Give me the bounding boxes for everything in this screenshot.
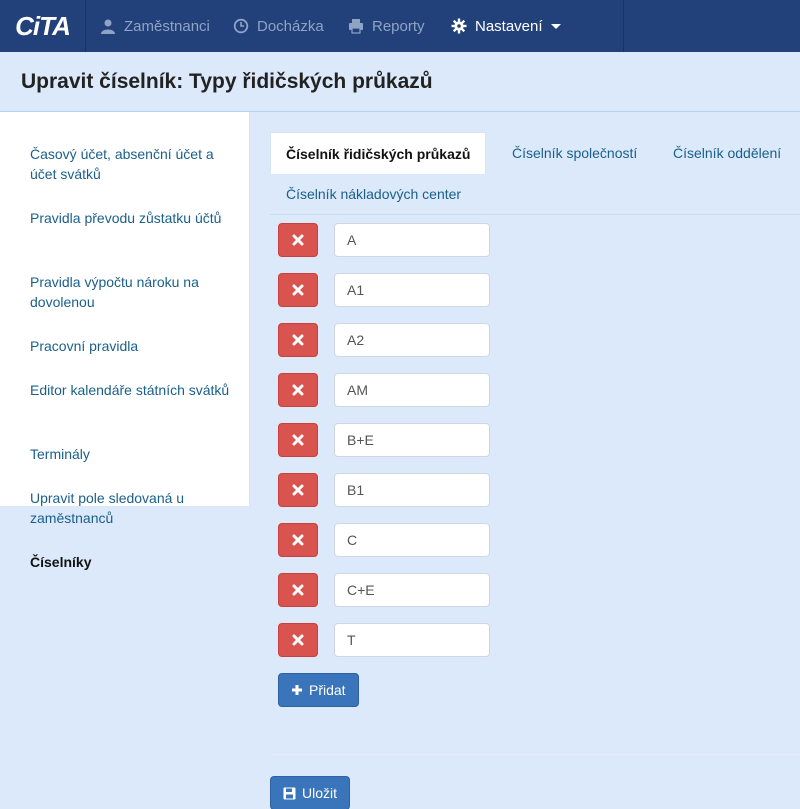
nav-item-attendance[interactable]: Docházka [233,0,324,52]
sidebar-item-terminals[interactable]: Terminály [30,444,230,464]
app-logo[interactable]: CiTA [0,0,86,52]
logo-text: CiTA [15,10,71,41]
close-icon [292,284,304,296]
page-header: Upravit číselník: Typy řidičských průkaz… [0,52,800,112]
tab-driving-licenses[interactable]: Číselník řidičských průkazů [270,132,487,174]
close-icon [292,484,304,496]
form-divider [270,754,800,755]
nav-item-reports[interactable]: Reporty [348,0,425,52]
add-entry-button[interactable]: Přidat [278,673,359,707]
entry-input[interactable] [334,623,490,657]
tab-cost-centers[interactable]: Číselník nákladových center [286,173,461,215]
delete-entry-button[interactable] [278,423,318,457]
entry-input[interactable] [334,373,490,407]
entry-input[interactable] [334,323,490,357]
sidebar-item-tracked-fields[interactable]: Upravit pole sledovaná u zaměstnanců [30,488,230,528]
entry-input[interactable] [334,573,490,607]
sidebar-item-holiday-calendar[interactable]: Editor kalendáře státních svátků [30,380,230,400]
sidebar-item-time-accounts[interactable]: Časový účet, absenční účet a účet svátků [30,144,230,184]
close-icon [292,334,304,346]
nav-label: Nastavení [475,17,543,35]
tab-companies[interactable]: Číselník společností [512,132,637,174]
clock-icon [233,18,249,34]
delete-entry-button[interactable] [278,473,318,507]
delete-entry-button[interactable] [278,523,318,557]
entry-input[interactable] [334,473,490,507]
tabs-divider [270,214,800,215]
nav-item-employees[interactable]: Zaměstnanci [100,0,210,52]
delete-entry-button[interactable] [278,223,318,257]
add-entry-label: Přidat [309,682,346,698]
close-icon [292,634,304,646]
close-icon [292,234,304,246]
nav-label: Zaměstnanci [124,17,210,35]
sidebar-item-work-rules[interactable]: Pracovní pravidla [30,336,230,356]
delete-entry-button[interactable] [278,373,318,407]
top-navbar: CiTA Zaměstnanci Docházka Reporty Nastav… [0,0,800,52]
save-label: Uložit [302,785,338,801]
close-icon [292,384,304,396]
sidebar-item-codelists[interactable]: Číselníky [30,552,230,572]
delete-entry-button[interactable] [278,623,318,657]
entry-input[interactable] [334,223,490,257]
entry-input[interactable] [334,273,490,307]
entry-input[interactable] [334,423,490,457]
caret-down-icon [550,23,561,29]
page-title: Upravit číselník: Typy řidičských průkaz… [21,69,433,93]
sidebar-item-vacation-rules[interactable]: Pravidla výpočtu nároku na dovolenou [30,272,230,312]
delete-entry-button[interactable] [278,323,318,357]
sidebar-item-balance-transfer[interactable]: Pravidla převodu zůstatku účtů [30,208,230,228]
delete-entry-button[interactable] [278,573,318,607]
delete-entry-button[interactable] [278,273,318,307]
close-icon [292,534,304,546]
entry-input[interactable] [334,523,490,557]
close-icon [292,584,304,596]
printer-icon [349,19,363,34]
plus-icon [292,685,302,695]
gear-icon [451,18,467,34]
nav-label: Docházka [257,17,324,35]
user-icon [101,19,115,34]
nav-divider [623,0,624,52]
close-icon [292,434,304,446]
nav-item-settings[interactable]: Nastavení [451,0,561,52]
floppy-disk-icon [283,787,296,799]
save-button[interactable]: Uložit [270,776,351,809]
nav-label: Reporty [372,17,425,35]
tab-departments[interactable]: Číselník oddělení [673,132,781,174]
